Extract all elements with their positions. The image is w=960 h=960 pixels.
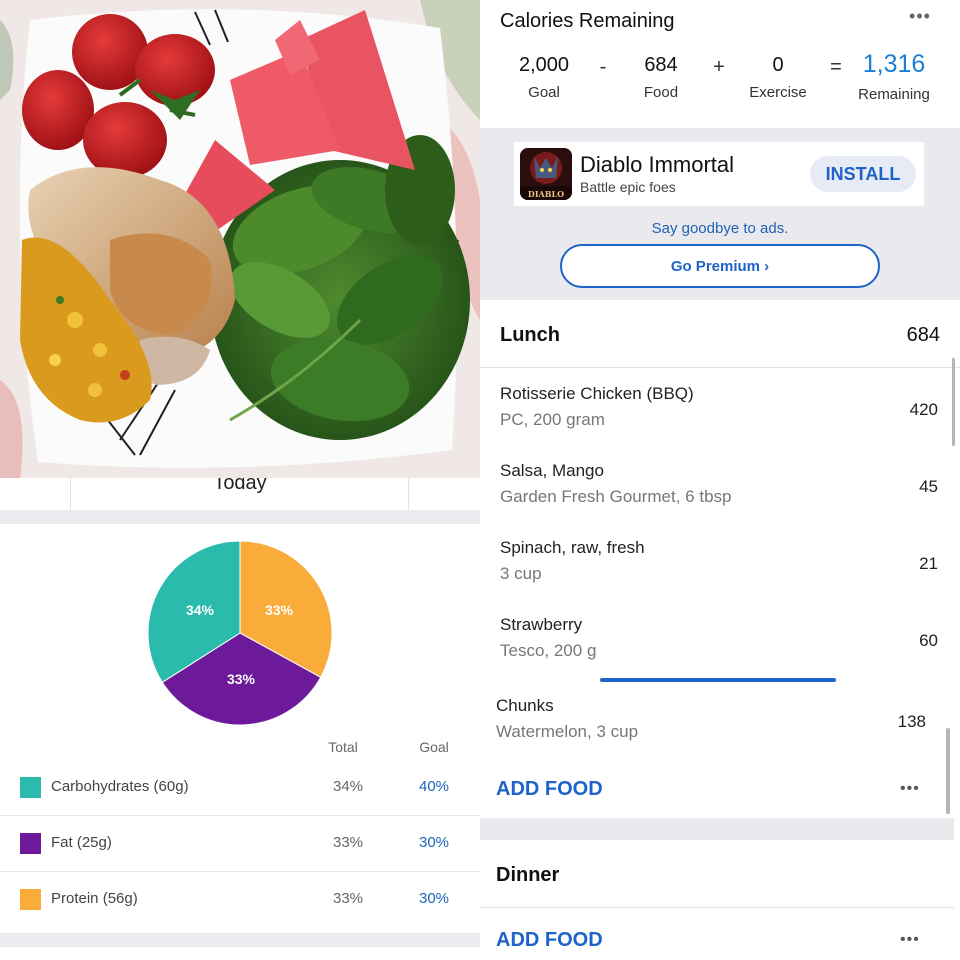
pie-label-carbohydrates: 34% xyxy=(185,602,215,618)
food-entry-dragging[interactable]: Chunks Watermelon, 3 cup 138 xyxy=(476,682,946,759)
svg-text:DIABLO: DIABLO xyxy=(528,189,564,199)
more-horizontal-icon[interactable]: ••• xyxy=(900,780,920,798)
food-label: Food xyxy=(643,84,679,101)
food-entry[interactable]: Rotisserie Chicken (BBQ) PC, 200 gram 42… xyxy=(480,370,950,447)
food-calories: 45 xyxy=(919,477,938,496)
more-horizontal-icon[interactable]: ••• xyxy=(900,6,940,32)
meal-photo xyxy=(0,0,480,478)
food-name: Strawberry xyxy=(500,615,583,634)
section-divider xyxy=(0,510,480,524)
pie-label-fat: 33% xyxy=(226,671,256,687)
macro-goal: 40% xyxy=(418,778,450,795)
macro-goal: 30% xyxy=(418,834,450,851)
macro-row-protein: Protein (56g) 33% 30% xyxy=(0,872,480,928)
lunch-header: Lunch 684 xyxy=(480,300,960,368)
exercise-label: Exercise xyxy=(749,84,807,101)
plus-operator: + xyxy=(713,56,725,78)
goal-label: Goal xyxy=(528,84,560,101)
ad-card[interactable]: DIABLO Diablo Immortal Battle epic foes … xyxy=(514,142,924,206)
macro-name: Protein (56g) xyxy=(51,890,138,907)
goal-value: 2,000 xyxy=(518,54,570,76)
macro-name: Fat (25g) xyxy=(51,834,112,851)
total-header: Total xyxy=(328,739,358,755)
macro-pie-chart: 34% 33% 33% xyxy=(0,524,480,734)
dinner-title: Dinner xyxy=(496,864,560,886)
fat-swatch xyxy=(20,833,41,854)
food-name: Chunks xyxy=(496,696,554,715)
macro-name: Carbohydrates (60g) xyxy=(51,778,189,795)
goal-header: Goal xyxy=(419,739,449,755)
protein-swatch xyxy=(20,889,41,910)
macro-total: 33% xyxy=(332,834,364,851)
exercise-value: 0 xyxy=(772,54,784,76)
remaining-column: 1,316 Remaining xyxy=(850,50,938,103)
add-food-dinner-button[interactable]: ADD FOOD xyxy=(496,929,603,952)
food-description: PC, 200 gram xyxy=(500,410,605,429)
food-name: Spinach, raw, fresh xyxy=(500,538,645,557)
food-calories: 420 xyxy=(909,400,938,419)
remove-ads-text[interactable]: Say goodbye to ads. xyxy=(480,220,960,237)
food-entry[interactable]: Spinach, raw, fresh 3 cup 21 xyxy=(480,524,950,601)
scrollbar[interactable] xyxy=(952,358,955,446)
lunch-calories: 684 xyxy=(906,324,940,346)
food-description: Watermelon, 3 cup xyxy=(496,722,639,741)
section-divider xyxy=(0,933,480,947)
diablo-app-icon: DIABLO xyxy=(520,148,572,200)
food-calories: 21 xyxy=(919,554,938,573)
ad-banner: DIABLO Diablo Immortal Battle epic foes … xyxy=(480,128,960,300)
macro-goal: 30% xyxy=(418,890,450,907)
nutrition-panel: Today 34% 33% 33% Total Goal Carbohydrat… xyxy=(0,0,480,960)
macro-table-header: Total Goal xyxy=(0,734,480,760)
calories-remaining-title: Calories Remaining xyxy=(500,10,675,32)
food-description: Garden Fresh Gourmet, 6 tbsp xyxy=(500,487,732,506)
food-calories: 138 xyxy=(897,712,926,731)
macro-total: 34% xyxy=(332,778,364,795)
food-description: 3 cup xyxy=(500,564,542,583)
go-premium-button[interactable]: Go Premium › xyxy=(560,244,880,288)
food-value: 684 xyxy=(644,54,678,76)
section-divider xyxy=(480,818,954,840)
install-button[interactable]: INSTALL xyxy=(810,156,916,192)
equals-operator: = xyxy=(830,56,842,78)
food-entry[interactable]: Salsa, Mango Garden Fresh Gourmet, 6 tbs… xyxy=(480,447,950,524)
food-entry[interactable]: Strawberry Tesco, 200 g 60 xyxy=(480,601,950,678)
ad-subtitle: Battle epic foes xyxy=(580,179,676,195)
more-horizontal-icon[interactable]: ••• xyxy=(900,931,920,949)
food-name: Salsa, Mango xyxy=(500,461,604,480)
food-description: Tesco, 200 g xyxy=(500,641,597,660)
macro-row-fat: Fat (25g) 33% 30% xyxy=(0,816,480,872)
add-food-lunch-button[interactable]: ADD FOOD xyxy=(496,778,603,801)
minus-operator: - xyxy=(599,56,607,78)
food-calories: 60 xyxy=(919,631,938,650)
food-name: Rotisserie Chicken (BBQ) xyxy=(500,384,694,403)
ad-title: Diablo Immortal xyxy=(580,152,735,177)
scrollbar[interactable] xyxy=(946,728,950,814)
food-column: 684 Food xyxy=(626,54,696,101)
remaining-label: Remaining xyxy=(858,86,930,103)
pie-label-protein: 33% xyxy=(264,602,294,618)
date-selector: Today xyxy=(0,478,480,510)
goal-column: 2,000 Goal xyxy=(506,54,582,101)
remaining-value: 1,316 xyxy=(862,50,926,78)
macro-row-carbohydrates: Carbohydrates (60g) 34% 40% xyxy=(0,760,480,816)
dinner-header: Dinner xyxy=(480,840,954,908)
macro-total: 33% xyxy=(332,890,364,907)
lunch-title: Lunch xyxy=(500,324,560,346)
exercise-column: 0 Exercise xyxy=(740,54,816,101)
diary-panel: Calories Remaining ••• 2,000 Goal - 684 … xyxy=(480,0,960,960)
carbohydrates-swatch xyxy=(20,777,41,798)
